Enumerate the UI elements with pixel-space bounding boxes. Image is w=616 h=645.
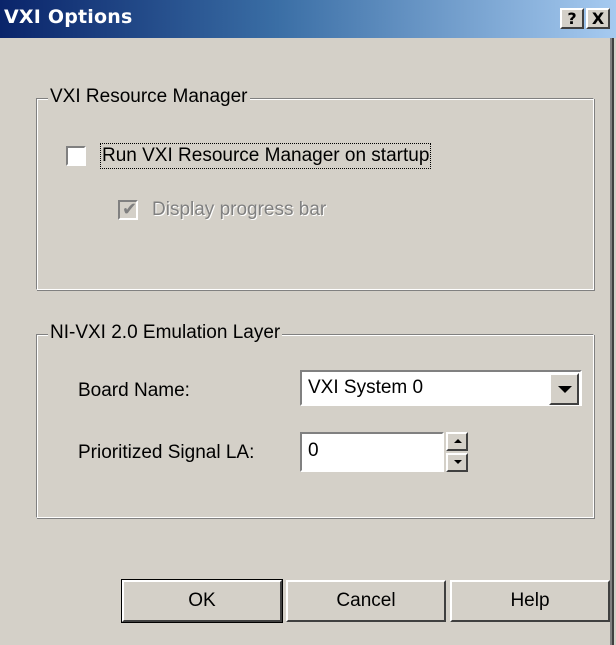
spin-down-button[interactable]	[446, 453, 468, 472]
title-bar[interactable]: VXI Options ? X	[0, 0, 616, 38]
spin-down-icon	[454, 460, 462, 464]
chevron-down-icon	[558, 386, 572, 393]
close-icon: X	[591, 9, 605, 28]
resource-manager-group	[36, 98, 594, 290]
prioritized-signal-input[interactable]: 0	[300, 432, 444, 472]
board-name-label: Board Name:	[78, 380, 190, 401]
display-progress-label: Display progress bar	[152, 199, 327, 220]
prioritized-signal-label: Prioritized Signal LA:	[78, 442, 255, 463]
emulation-layer-group-label: NI-VXI 2.0 Emulation Layer	[48, 322, 283, 344]
checkmark-icon: ✔	[122, 199, 138, 220]
question-mark-icon: ?	[567, 9, 577, 28]
spin-up-button[interactable]	[446, 432, 468, 451]
prioritized-signal-value: 0	[308, 440, 319, 461]
display-progress-checkbox[interactable]: ✔	[117, 199, 139, 221]
close-title-button[interactable]: X	[586, 8, 610, 29]
window-frame-edge	[610, 38, 614, 645]
emulation-layer-group	[36, 334, 594, 518]
cancel-button[interactable]: Cancel	[286, 580, 446, 622]
run-on-startup-label[interactable]: Run VXI Resource Manager on startup	[99, 143, 432, 169]
vxi-options-dialog: VXI Options ? X VXI Resource Manager Run…	[0, 0, 616, 645]
board-name-value: VXI System 0	[308, 377, 424, 398]
window-title: VXI Options	[4, 6, 133, 28]
spin-up-icon	[454, 439, 462, 443]
resource-manager-group-label: VXI Resource Manager	[48, 86, 250, 108]
board-name-select[interactable]: VXI System 0	[300, 370, 582, 406]
board-name-dropdown-button[interactable]	[549, 373, 579, 405]
help-button[interactable]: Help	[450, 580, 610, 622]
run-on-startup-checkbox[interactable]	[65, 145, 87, 167]
help-title-button[interactable]: ?	[560, 8, 584, 29]
ok-button[interactable]: OK	[121, 579, 283, 623]
